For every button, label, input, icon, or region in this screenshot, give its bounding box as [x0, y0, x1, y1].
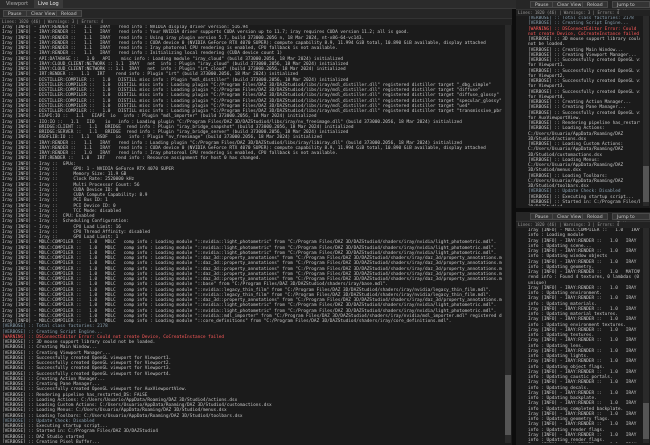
left-log-text[interactable]: Iray [INFO] - IRAY:RENDER :: 1.1 IRAY re… — [2, 25, 502, 443]
log-line: Iray [INFO] - IIO:IO :: 1.1 IIO io info … — [2, 119, 462, 125]
pause-button[interactable]: Pause — [3, 10, 27, 17]
log-line: Iray [INFO] - IRAY:RENDER :: 1.1 IRAY re… — [2, 140, 462, 146]
log-line: Iray [INFO] - DISTILLER:COMPILER :: 1.0 … — [2, 98, 502, 104]
log-line: Iray [INFO] - IRAY:RENDER :: 1.0 IRAY re… — [528, 359, 637, 365]
log-line: Iray [INFO] - IRAY:RENDER :: 1.0 IRAY re… — [528, 259, 637, 265]
left-scrollbar[interactable] — [505, 25, 511, 443]
right-bottom-log-pane: Pause Clear View Reload Jump to Bottom L… — [516, 212, 650, 445]
log-line: Iray [INFO] - DISTILLER:COMPILER :: 1.0 … — [2, 93, 499, 99]
log-line: info : Updating environment textures. — [528, 322, 626, 328]
log-line: [VERBOSE] :: Creating Pixel Buffer... — [2, 439, 100, 443]
log-line: Iray [INFO] - IRAY:RENDER :: 1.0 IRAY re… — [528, 238, 637, 244]
log-line: 3D/DAZStudio4 — [528, 205, 640, 206]
right-bottom-scrollbar[interactable] — [643, 228, 649, 443]
right-bottom-toolbar: Pause Clear View Reload Jump to Bottom — [516, 212, 650, 227]
log-line: Iray [INFO] - MDLC:COMPILER :: 1.0 MDLC … — [2, 287, 492, 293]
tab-viewport[interactable]: Viewport — [2, 0, 32, 8]
log-line: rend info : Found 4 textures, 0 lambdas … — [528, 275, 640, 281]
right-top-scrollbar[interactable] — [643, 16, 649, 206]
log-line: Iray [INFO] - IRAY:RENDER :: 1.0 IRAY re… — [528, 338, 637, 344]
right-top-toolbar: Pause Clear View Reload Jump to Bottom — [516, 0, 650, 15]
right-bottom-log-text[interactable]: Iray [INFO] - MDLC:COMPILER :: 1.0 IRAY … — [528, 228, 640, 443]
tab-live-log[interactable]: Live Log — [34, 0, 63, 8]
reload-button[interactable]: Reload — [582, 213, 608, 220]
log-line: Iray [INFO] - MDLC:COMPILER :: 1.0 MDLC … — [2, 303, 497, 309]
jump-to-bottom-button[interactable]: Jump to Bottom — [612, 1, 650, 15]
log-line: [VERBOSE] :: Creating Script Engine... — [528, 21, 629, 27]
log-line: Iray [INFO] - MDLC:COMPILER :: 1.0 MDLC … — [2, 240, 497, 246]
pause-button[interactable]: Pause — [530, 1, 554, 8]
right-top-scroll-thumb[interactable] — [643, 166, 649, 202]
right-top-log-text[interactable]: [VERBOSE] :: Total class factories: 2178… — [528, 16, 640, 206]
log-line: Iray [INFO] - MDLC:COMPILER :: 1.0 MDLC … — [2, 245, 497, 251]
reload-button[interactable]: Reload — [582, 1, 608, 8]
log-line: [VERBOSE] :: Successfully created OpenGL… — [528, 68, 640, 74]
right-bottom-scroll-thumb[interactable] — [643, 403, 649, 439]
log-line: Iray [INFO] - MDLC:COMPILER :: 1.0 MDLC … — [2, 261, 502, 267]
log-line: [VERBOSE] :: Creating Pane Manager... — [528, 105, 626, 111]
log-line: [WARNING] :: DSConnectEditor Error: Coul… — [528, 26, 637, 32]
log-line: Iray [INFO] - IRAY:RENDER :: 1.0 IRAY re… — [528, 380, 637, 386]
log-line: Iray [INFO] - IRAY:RENDER :: 1.0 IRAY re… — [528, 296, 637, 302]
log-line: Iray [INFO] - MDLC:COMPILER :: 1.0 MDLC … — [2, 308, 497, 314]
log-line: Iray [INFO] - IRAY:RENDER :: 1.0 IRAY re… — [528, 317, 637, 323]
right-top-log-pane: Pause Clear View Reload Jump to Bottom L… — [516, 0, 650, 208]
log-line: Iray [INFO] - IRAY:RENDER :: 1.0 IRAY re… — [528, 401, 637, 407]
log-line: Iray [INFO] - MDLC:COMPILER :: 1.0 MDLC … — [2, 266, 502, 272]
reload-button[interactable]: Reload — [56, 10, 82, 17]
left-log-pane: Pause Clear View Reload Lines: 1820 (46)… — [0, 9, 512, 445]
log-line: Iray [INFO] - IRAY:RENDER :: 1.0 IRAY re… — [528, 422, 637, 428]
left-toolbar: Pause Clear View Reload — [0, 9, 512, 19]
log-line: [VERBOSE] :: Executing startup script... — [528, 194, 634, 200]
log-line: [VERBOSE] :: Successfully created OpenGL… — [528, 89, 640, 95]
jump-to-bottom-button[interactable]: Jump to Bottom — [612, 213, 650, 227]
left-scroll-thumb[interactable] — [505, 375, 511, 435]
pause-button[interactable]: Pause — [530, 213, 554, 220]
log-line: [VERBOSE] :: Successfully created OpenGL… — [528, 110, 640, 116]
